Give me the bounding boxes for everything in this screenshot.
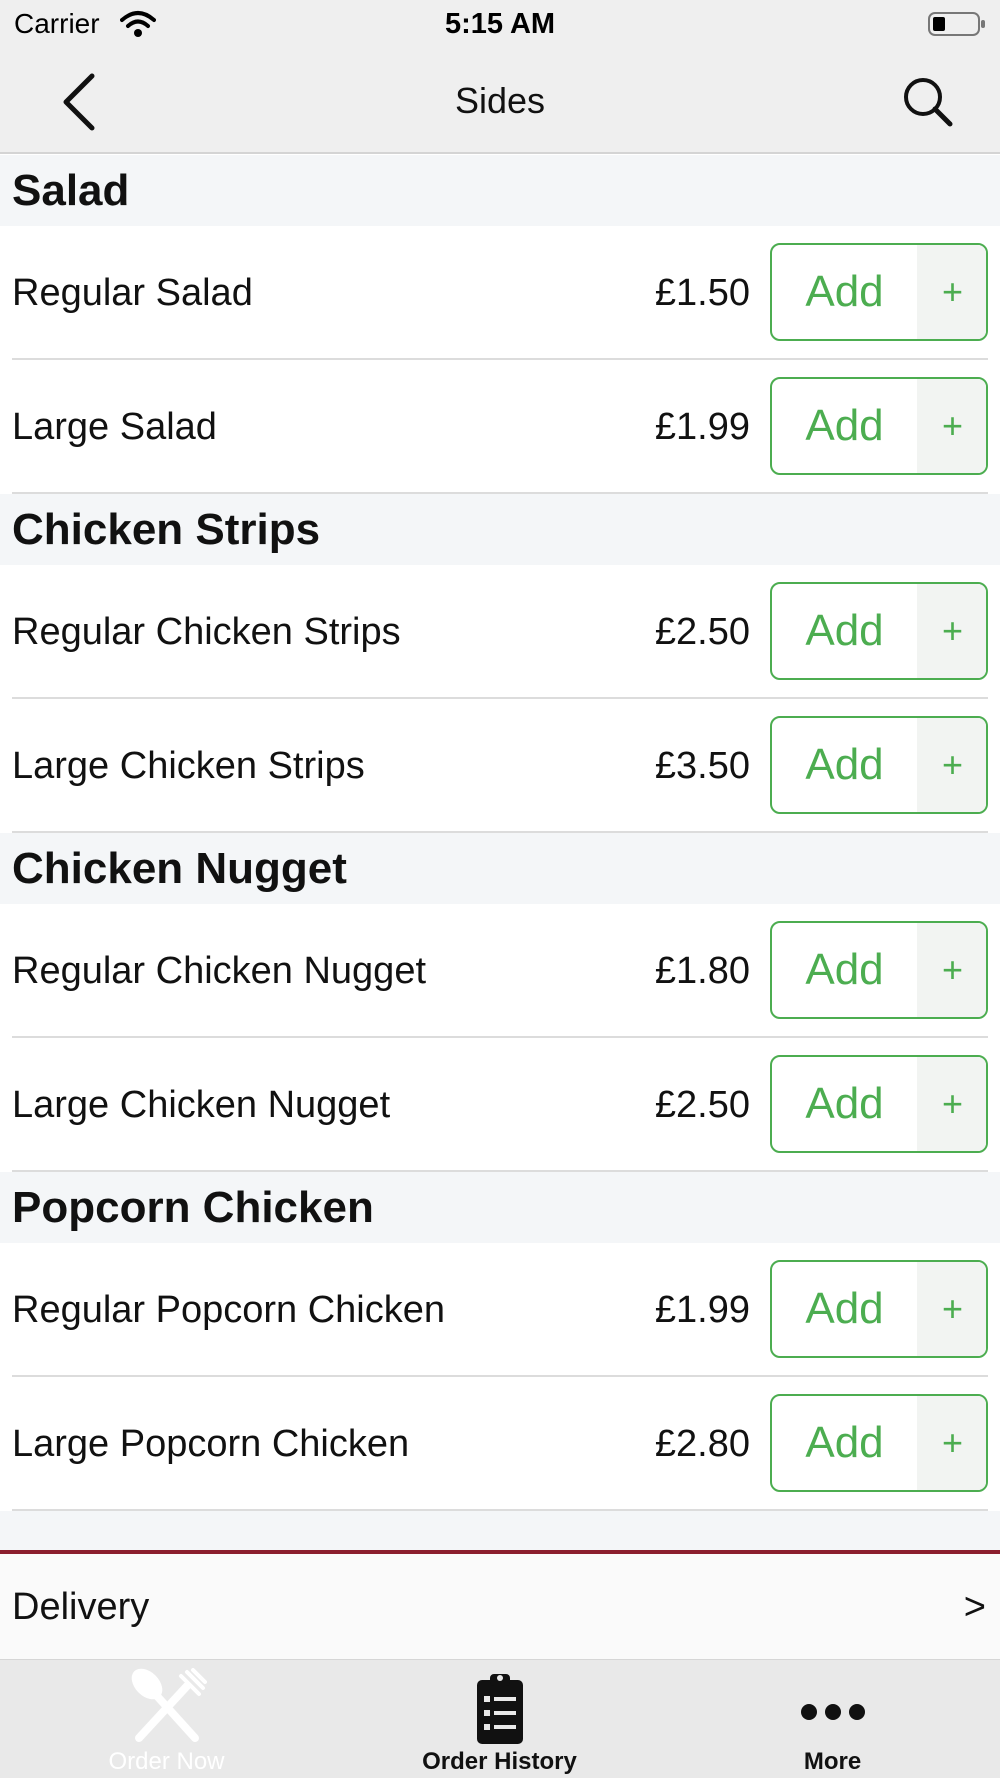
section-header-chicken-nugget: Chicken Nugget xyxy=(0,833,1000,904)
section-header-chicken-strips: Chicken Strips xyxy=(0,494,1000,565)
battery-icon xyxy=(928,12,985,36)
tab-label: Order History xyxy=(422,1748,577,1775)
list-item: Large Salad £1.99 Add + xyxy=(0,360,1000,494)
add-button-label: Add xyxy=(805,606,884,655)
item-price: £1.99 xyxy=(654,1288,750,1331)
item-price: £2.50 xyxy=(654,610,750,653)
section-header-popcorn-chicken: Popcorn Chicken xyxy=(0,1172,1000,1243)
delivery-selector[interactable]: Delivery > xyxy=(0,1550,1000,1660)
item-price: £2.50 xyxy=(654,1083,750,1126)
plus-icon: + xyxy=(917,1057,986,1151)
add-button[interactable]: Add + xyxy=(770,1055,988,1153)
list-item: Large Popcorn Chicken £2.80 Add + xyxy=(0,1377,1000,1511)
item-name: Regular Popcorn Chicken xyxy=(12,1288,446,1331)
add-button-label: Add xyxy=(805,1079,884,1128)
tab-label: Order Now xyxy=(108,1748,225,1775)
tab-bar: Order Now Order History More xyxy=(0,1660,1000,1778)
item-price: £3.50 xyxy=(654,744,750,787)
add-button[interactable]: Add + xyxy=(770,377,988,475)
chevron-right-icon: > xyxy=(963,1585,986,1628)
plus-icon: + xyxy=(917,1396,986,1490)
plus-icon: + xyxy=(917,1262,986,1356)
plus-icon: + xyxy=(917,379,986,473)
add-button[interactable]: Add + xyxy=(770,1394,988,1492)
fork-knife-icon xyxy=(131,1668,207,1742)
plus-icon: + xyxy=(917,718,986,812)
list-item: Large Chicken Nugget £2.50 Add + xyxy=(0,1038,1000,1172)
search-icon[interactable] xyxy=(898,72,958,132)
item-price: £2.80 xyxy=(654,1422,750,1465)
status-bar: Carrier 5:15 AM xyxy=(0,0,1000,50)
add-button-label: Add xyxy=(805,740,884,789)
tab-order-now[interactable]: Order Now xyxy=(0,1660,333,1778)
plus-icon: + xyxy=(917,584,986,678)
add-button-label: Add xyxy=(805,1284,884,1333)
add-button[interactable]: Add + xyxy=(770,582,988,680)
list-item: Regular Chicken Strips £2.50 Add + xyxy=(0,565,1000,699)
delivery-label: Delivery xyxy=(12,1585,150,1628)
navigation-bar: Sides xyxy=(0,50,1000,154)
add-button-label: Add xyxy=(805,1418,884,1467)
item-name: Regular Chicken Strips xyxy=(12,610,401,653)
list-item: Large Chicken Strips £3.50 Add + xyxy=(0,699,1000,833)
plus-icon: + xyxy=(917,245,986,339)
section-header-salad: Salad xyxy=(0,155,1000,226)
item-name: Regular Salad xyxy=(12,271,253,314)
clipboard-list-icon xyxy=(476,1674,523,1744)
status-time: 5:15 AM xyxy=(444,8,556,40)
plus-icon: + xyxy=(917,923,986,1017)
add-button-label: Add xyxy=(805,267,884,316)
add-button-label: Add xyxy=(805,945,884,994)
more-dots-icon xyxy=(800,1704,865,1720)
tab-more[interactable]: More xyxy=(666,1660,999,1778)
item-name: Large Popcorn Chicken xyxy=(12,1422,410,1465)
item-name: Large Chicken Nugget xyxy=(12,1083,391,1126)
item-name: Regular Chicken Nugget xyxy=(12,949,427,992)
add-button[interactable]: Add + xyxy=(770,1260,988,1358)
tab-order-history[interactable]: Order History xyxy=(333,1660,666,1778)
add-button[interactable]: Add + xyxy=(770,716,988,814)
list-item: Regular Popcorn Chicken £1.99 Add + xyxy=(0,1243,1000,1377)
list-item: Regular Salad £1.50 Add + xyxy=(0,226,1000,360)
list-item: Regular Chicken Nugget £1.80 Add + xyxy=(0,904,1000,1038)
item-price: £1.80 xyxy=(654,949,750,992)
menu-list[interactable]: Salad Regular Salad £1.50 Add + Large Sa… xyxy=(0,155,1000,1550)
item-price: £1.50 xyxy=(654,271,750,314)
add-button[interactable]: Add + xyxy=(770,921,988,1019)
add-button-label: Add xyxy=(805,401,884,450)
item-price: £1.99 xyxy=(654,405,750,448)
add-button[interactable]: Add + xyxy=(770,243,988,341)
section-header-partial xyxy=(0,1511,1000,1550)
item-name: Large Salad xyxy=(12,405,217,448)
page-title: Sides xyxy=(454,80,546,121)
tab-label: More xyxy=(803,1748,862,1775)
item-name: Large Chicken Strips xyxy=(12,744,365,787)
